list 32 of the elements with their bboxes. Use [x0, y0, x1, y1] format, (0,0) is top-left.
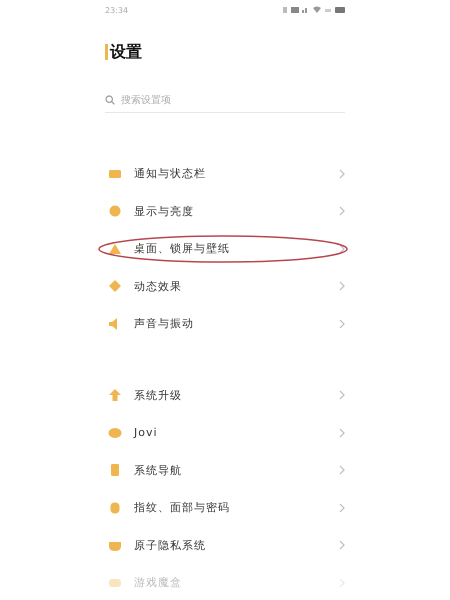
search-icon [105, 95, 115, 105]
setting-label[interactable]: 显示与亮度 [134, 204, 327, 219]
chevron-icon [339, 318, 345, 329]
setting-label[interactable]: 动态效果 [134, 278, 327, 294]
status-icons-drawing [283, 6, 345, 14]
setting-icon [108, 500, 122, 515]
setting-label[interactable]: Jovi [134, 426, 327, 440]
chevron-icon [339, 390, 345, 400]
setting-label[interactable]: 原子隐私系统 [134, 538, 327, 553]
page-title: 设置 [110, 42, 142, 62]
chevron-icon [339, 540, 345, 550]
setting-label[interactable]: 系统导航 [134, 462, 327, 478]
chevron-icon [339, 578, 345, 588]
chevron-icon [339, 465, 345, 476]
chevron-icon [339, 244, 345, 254]
setting-label[interactable]: 通知与状态栏 [134, 166, 327, 182]
setting-icon [108, 426, 122, 440]
search-field[interactable]: 搜索设置项 [121, 94, 301, 106]
setting-icon [108, 463, 122, 478]
setting-icon [108, 279, 122, 294]
setting-icon [108, 204, 122, 218]
chevron-icon [339, 168, 345, 179]
status-time: 23:34 [105, 6, 128, 14]
setting-label[interactable]: 指纹、面部与密码 [134, 500, 327, 516]
setting-icon [108, 388, 122, 402]
chevron-icon [339, 428, 345, 438]
setting-icon [108, 242, 122, 256]
chevron-icon [339, 281, 345, 292]
chevron-icon [339, 502, 345, 513]
chevron-icon [339, 206, 345, 216]
setting-label[interactable]: 声音与振动 [134, 316, 327, 332]
setting-label[interactable]: 系统升级 [134, 388, 327, 403]
